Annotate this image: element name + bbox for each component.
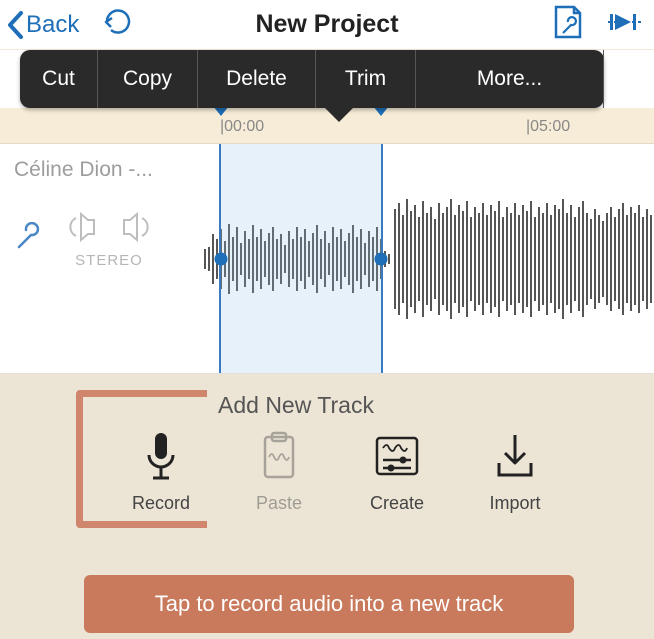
ruler-tick-0: |00:00 bbox=[220, 118, 264, 136]
selection-handle-right[interactable] bbox=[375, 252, 388, 265]
undo-icon bbox=[101, 8, 135, 36]
play-skip-button[interactable] bbox=[608, 10, 644, 39]
create-action[interactable]: Create bbox=[342, 429, 452, 514]
paste-label: Paste bbox=[256, 493, 302, 514]
page-wrench-icon bbox=[550, 3, 584, 41]
ruler-tick-5: |05:00 bbox=[526, 118, 570, 136]
clipboard-icon bbox=[259, 431, 299, 481]
cut-button[interactable]: Cut bbox=[20, 50, 98, 108]
track-header[interactable]: Céline Dion -... STEREO bbox=[0, 144, 200, 373]
record-action[interactable]: Record bbox=[106, 429, 216, 514]
microphone-icon bbox=[144, 431, 178, 481]
copy-button[interactable]: Copy bbox=[98, 50, 198, 108]
play-to-end-icon bbox=[608, 10, 644, 34]
import-label: Import bbox=[489, 493, 540, 514]
more-button[interactable]: More... bbox=[416, 50, 604, 108]
toolbar-pointer-icon bbox=[325, 108, 353, 122]
stereo-toggle[interactable]: STEREO bbox=[66, 210, 152, 269]
stereo-speakers-icon bbox=[66, 210, 152, 244]
wrench-icon bbox=[14, 222, 44, 252]
trim-button[interactable]: Trim bbox=[316, 50, 416, 108]
track-area: Céline Dion -... STEREO bbox=[0, 144, 654, 374]
import-icon bbox=[493, 433, 537, 479]
track-settings-button[interactable] bbox=[14, 222, 44, 257]
chevron-left-icon bbox=[6, 10, 24, 40]
paste-action: Paste bbox=[224, 429, 334, 514]
add-track-panel: Add New Track Record Paste Create bbox=[0, 374, 654, 639]
undo-button[interactable] bbox=[101, 8, 135, 41]
track-name: Céline Dion -... bbox=[14, 158, 190, 182]
sliders-icon bbox=[373, 434, 421, 478]
back-button[interactable]: Back bbox=[0, 10, 79, 40]
project-settings-button[interactable] bbox=[550, 3, 584, 46]
selection-handle-left[interactable] bbox=[215, 252, 228, 265]
create-label: Create bbox=[370, 493, 424, 514]
delete-button[interactable]: Delete bbox=[198, 50, 316, 108]
record-label: Record bbox=[132, 493, 190, 514]
back-label: Back bbox=[26, 11, 79, 39]
tutorial-tip: Tap to record audio into a new track bbox=[84, 575, 574, 633]
import-action[interactable]: Import bbox=[460, 429, 570, 514]
stereo-label: STEREO bbox=[75, 252, 143, 269]
timeline-selection[interactable] bbox=[219, 144, 383, 373]
add-track-title: Add New Track bbox=[218, 392, 634, 419]
edit-toolbar: Cut Copy Delete Trim More... bbox=[20, 50, 604, 108]
